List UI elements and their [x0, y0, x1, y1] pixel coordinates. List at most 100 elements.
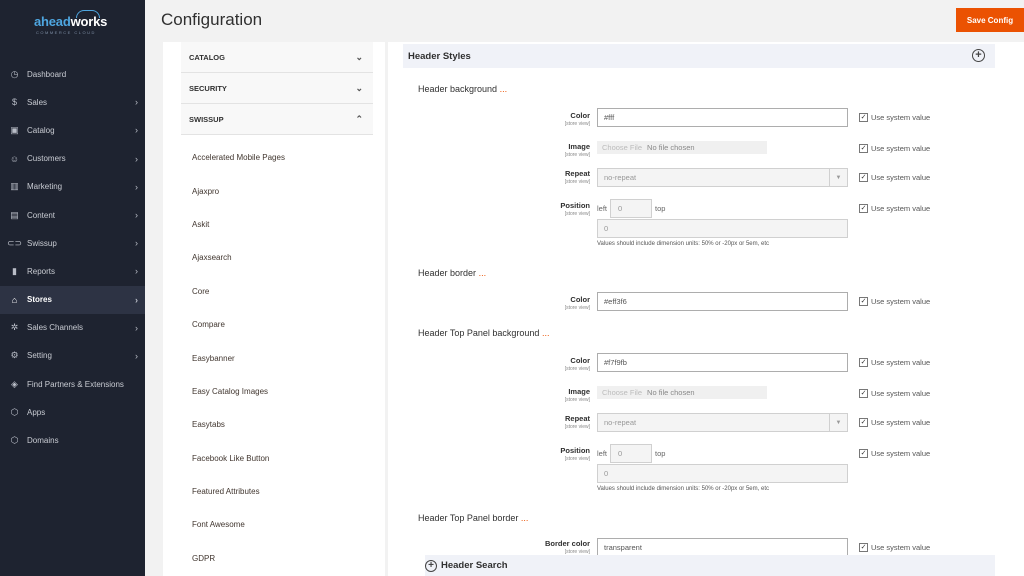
chevron-right-icon: ›	[135, 350, 138, 361]
chevron-right-icon: ›	[135, 153, 138, 164]
chevron-right-icon: ›	[135, 238, 138, 249]
bg-image-file-input[interactable]: Choose File No file chosen	[597, 141, 767, 154]
checkbox-icon: ✓	[859, 543, 868, 552]
bg-color-input[interactable]: #fff	[597, 108, 848, 127]
sidebar-item-label: Find Partners & Extensions	[27, 379, 124, 389]
tab-item-compare[interactable]: Compare	[181, 308, 373, 341]
top-bg-color-input[interactable]: #f7f9fb	[597, 353, 848, 372]
sidebar-item-stores[interactable]: ⌂ Stores ›	[0, 285, 145, 314]
top-bg-image-file-input[interactable]: Choose File No file chosen	[597, 386, 767, 399]
chevron-right-icon: ›	[135, 181, 138, 192]
config-tabs-panel: CATALOG ⌄ SECURITY ⌄ SWISSUP ⌃ Accelerat…	[163, 42, 385, 576]
position-note: Values should include dimension units: 5…	[597, 486, 769, 492]
checkbox-icon: ✓	[859, 173, 868, 182]
sidebar-nav: ◷ Dashboard $ Sales › ▣ Catalog › ☺ Customers › ▥ Ma…	[0, 60, 145, 455]
use-system-checkbox[interactable]: ✓ Use system value	[859, 113, 930, 122]
sidebar-item-label: Swissup	[27, 238, 57, 248]
expand-plus-icon[interactable]: +	[972, 49, 985, 62]
top-bg-repeat-select[interactable]: no-repeat ▼	[597, 413, 848, 432]
tab-swissup-label: SWISSUP	[189, 114, 224, 124]
bar-chart-icon: ▮	[12, 265, 17, 276]
field-label: Color [store view]	[564, 295, 590, 311]
sidebar-item-content[interactable]: ▤ Content ›	[0, 201, 145, 229]
tab-swissup[interactable]: SWISSUP ⌃	[181, 104, 373, 135]
sub-section-title: Header Search	[441, 560, 508, 571]
section-header-search[interactable]: + Header Search	[425, 555, 995, 576]
sidebar-item-apps[interactable]: ⬡ Apps	[0, 398, 145, 426]
tab-security-label: SECURITY	[189, 83, 227, 93]
tab-item-gdpr[interactable]: GDPR	[181, 542, 373, 575]
tab-item-accelerated-mobile-pages[interactable]: Accelerated Mobile Pages	[181, 141, 373, 174]
tab-item-font-awesome[interactable]: Font Awesome	[181, 508, 373, 541]
sidebar-item-domains[interactable]: ⬡ Domains	[0, 426, 145, 454]
config-main: Header Styles + Header background ... Co…	[388, 42, 1024, 576]
dollar-icon: $	[11, 97, 17, 108]
use-system-checkbox[interactable]: ✓ Use system value	[859, 144, 930, 153]
tab-item-easytabs[interactable]: Easytabs	[181, 408, 373, 441]
sidebar-item-customers[interactable]: ☺ Customers ›	[0, 145, 145, 173]
sidebar-item-find-partners-extensions[interactable]: ◈ Find Partners & Extensions	[0, 370, 145, 398]
sidebar-item-marketing[interactable]: ▥ Marketing ›	[0, 173, 145, 201]
top-bg-position-x: left 0 top	[597, 444, 665, 463]
checkbox-icon: ✓	[859, 204, 868, 213]
tab-security[interactable]: SECURITY ⌄	[181, 73, 373, 104]
field-label: Border color [store view]	[544, 539, 590, 555]
tab-item-easy-catalog-images[interactable]: Easy Catalog Images	[181, 375, 373, 408]
tab-item-core[interactable]: Core	[181, 275, 373, 308]
checkbox-icon: ✓	[859, 358, 868, 367]
tab-item-easybanner[interactable]: Easybanner	[181, 341, 373, 374]
use-system-checkbox[interactable]: ✓ Use system value	[859, 418, 930, 427]
chevron-right-icon: ›	[135, 266, 138, 277]
tab-item-facebook-like-button[interactable]: Facebook Like Button	[181, 442, 373, 475]
gear-icon: ⚙	[10, 350, 19, 361]
logo[interactable]: aheadworks COMMERCE CLOUD	[34, 10, 107, 35]
use-system-checkbox[interactable]: ✓ Use system value	[859, 543, 930, 552]
sidebar-item-label: Stores	[27, 295, 52, 305]
checkbox-icon: ✓	[859, 449, 868, 458]
sidebar-item-setting[interactable]: ⚙ Setting ›	[0, 342, 145, 370]
sidebar-item-reports[interactable]: ▮ Reports ›	[0, 257, 145, 285]
checkbox-icon: ✓	[859, 144, 868, 153]
box-icon: ▣	[10, 124, 19, 135]
position-y-input[interactable]: 0	[597, 219, 848, 238]
sidebar-item-catalog[interactable]: ▣ Catalog ›	[0, 116, 145, 144]
toggle-icon: ⊂⊃	[6, 237, 23, 248]
tab-item-ajaxsearch[interactable]: Ajaxsearch	[181, 241, 373, 274]
use-system-checkbox[interactable]: ✓ Use system value	[859, 173, 930, 182]
group-header-border: Header border ...	[418, 268, 487, 278]
layout-icon: ▤	[10, 209, 19, 220]
sidebar-item-label: Setting	[27, 351, 52, 361]
save-config-button[interactable]: Save Config	[956, 8, 1024, 32]
bg-repeat-select[interactable]: no-repeat ▼	[597, 168, 848, 187]
position-x-input[interactable]: 0	[610, 199, 653, 218]
admin-sidebar: aheadworks COMMERCE CLOUD ◷ Dashboard $ Sal…	[0, 0, 145, 576]
users-icon: ☺	[9, 153, 20, 164]
megaphone-icon: ▥	[10, 181, 19, 192]
use-system-checkbox[interactable]: ✓ Use system value	[859, 204, 930, 213]
tab-catalog[interactable]: CATALOG ⌄	[181, 42, 373, 73]
field-label: Image [store view]	[564, 387, 590, 403]
sidebar-item-label: Domains	[27, 436, 59, 446]
section-header-styles[interactable]: Header Styles +	[403, 44, 995, 68]
use-system-checkbox[interactable]: ✓ Use system value	[859, 449, 930, 458]
use-system-checkbox[interactable]: ✓ Use system value	[859, 358, 930, 367]
sidebar-item-sales[interactable]: $ Sales ›	[0, 88, 145, 116]
position-x-input[interactable]: 0	[610, 444, 653, 463]
group-header-background: Header background ...	[418, 84, 508, 94]
sidebar-item-label: Marketing	[27, 182, 63, 192]
sidebar-item-sales-channels[interactable]: ✲ Sales Channels ›	[0, 314, 145, 342]
use-system-checkbox[interactable]: ✓ Use system value	[859, 297, 930, 306]
field-label: Image [store view]	[564, 142, 590, 158]
tab-item-featured-attributes[interactable]: Featured Attributes	[181, 475, 373, 508]
use-system-checkbox[interactable]: ✓ Use system value	[859, 389, 930, 398]
field-label: Color [store view]	[564, 356, 590, 372]
sidebar-item-swissup[interactable]: ⊂⊃ Swissup ›	[0, 229, 145, 257]
sidebar-item-dashboard[interactable]: ◷ Dashboard	[0, 60, 145, 88]
chevron-right-icon: ›	[135, 97, 138, 108]
chevron-right-icon: ›	[135, 294, 138, 305]
page-title: Configuration	[161, 10, 263, 29]
tab-item-askit[interactable]: Askit	[181, 208, 373, 241]
tab-item-ajaxpro[interactable]: Ajaxpro	[181, 174, 373, 207]
position-y-input[interactable]: 0	[597, 464, 848, 483]
border-color-input[interactable]: #eff3f6	[597, 292, 848, 311]
